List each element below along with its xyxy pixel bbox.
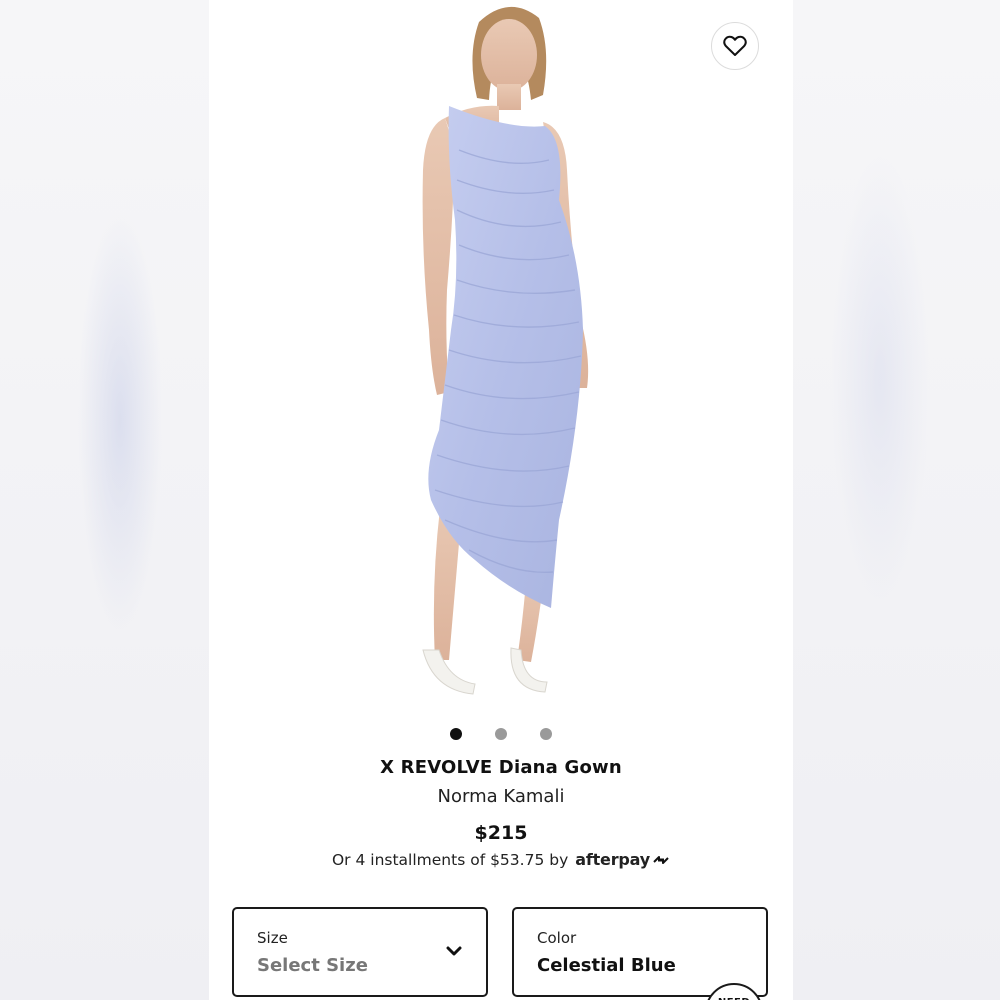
color-select-value: Celestial Blue <box>537 955 676 976</box>
heart-icon <box>723 35 747 56</box>
carousel-dot-3[interactable] <box>540 728 552 740</box>
product-price: $215 <box>474 822 528 844</box>
product-image[interactable] <box>209 0 793 712</box>
afterpay-label: afterpay <box>575 850 650 869</box>
installments-text: Or 4 installments of $53.75 by <box>331 850 569 869</box>
image-carousel-indicators <box>209 728 793 740</box>
carousel-dot-1[interactable] <box>450 728 462 740</box>
installments-info: Or 4 installments of $53.75 by afterpay <box>209 850 793 869</box>
color-select-label: Color <box>537 929 577 947</box>
product-brand[interactable]: Norma Kamali <box>209 786 793 807</box>
dress-model-photo <box>422 6 589 695</box>
product-title: X REVOLVE Diana Gown <box>380 757 622 778</box>
product-page: X REVOLVE Diana Gown Norma Kamali $215 O… <box>209 0 793 1000</box>
afterpay-logo-icon <box>653 855 669 864</box>
carousel-dot-2[interactable] <box>495 728 507 740</box>
size-select-value: Select Size <box>257 955 368 976</box>
size-select[interactable]: Size Select Size <box>232 907 488 997</box>
afterpay-link[interactable]: afterpay <box>575 850 670 869</box>
chevron-down-icon <box>446 946 462 956</box>
favorite-button[interactable] <box>711 22 759 70</box>
size-select-label: Size <box>257 929 288 947</box>
